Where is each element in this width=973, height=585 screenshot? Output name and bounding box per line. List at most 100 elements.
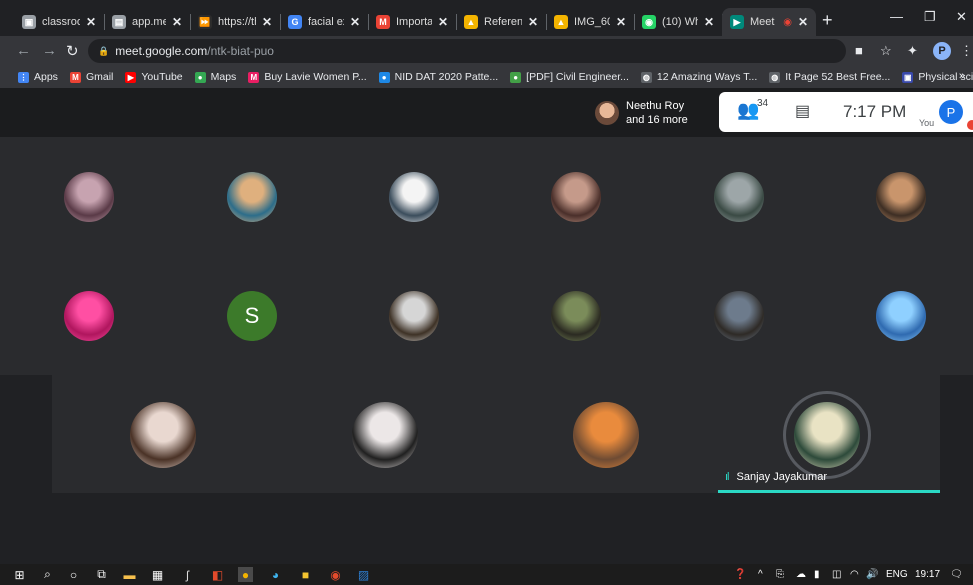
app-icon[interactable]: ʃ [180,567,195,582]
participant-12-avatar[interactable] [130,402,196,468]
tab-4[interactable]: Gfacial exp ✕ [280,8,368,36]
participant-3-avatar[interactable] [389,172,439,222]
back-icon[interactable]: ← [16,42,31,59]
wifi-icon[interactable]: ◠ [850,569,859,580]
task-view-icon[interactable]: ⧉ [94,567,109,582]
address-bar[interactable]: 🔒 meet.google.com/ntk-biat-puo [88,39,846,63]
bookmark-item[interactable]: M Gmail [69,71,114,83]
participant-sanjay-avatar[interactable] [794,402,860,468]
participant-9-avatar[interactable] [551,291,601,341]
new-tab-button[interactable]: + [822,10,833,31]
language-indicator[interactable]: ENG [886,569,908,580]
camera-in-use-icon[interactable]: ■ [855,43,863,58]
tab-close-icon[interactable]: ✕ [86,15,96,29]
tab-6[interactable]: ▲ Reference ✕ [456,8,546,36]
tray-app-icon[interactable]: ⎘ [776,569,784,580]
tab-close-icon[interactable]: ✕ [350,15,360,29]
windows-taskbar: ⊞ ⌕ ○ ⧉ ▬ ▦ ʃ ◧ ● ◕ ■ ◉ ▨ ❓ ^ ⎘ ☁ ▮ ◫ ◠ … [0,564,973,585]
tab-close-icon[interactable]: ✕ [528,15,538,29]
bookmark-star-icon[interactable]: ☆ [880,43,892,59]
bookmark-item[interactable]: ⋮ Apps [18,71,58,83]
windows-start-icon[interactable]: ⊞ [12,567,27,582]
chrome-taskbar-icon[interactable]: ● [238,567,253,582]
browser-toolbar: ← → ↻ 🔒 meet.google.com/ntk-biat-puo ■ ☆… [0,36,973,66]
sticky-notes-icon[interactable]: ■ [298,567,313,582]
myntra-icon: M [248,71,260,83]
tab-9[interactable]: ▶ Meet ◉ ✕ [722,8,816,36]
participant-letter-avatar[interactable]: S [227,291,277,341]
chat-icon[interactable]: ▤ [795,101,810,121]
media-player-icon[interactable]: ◉ [328,567,343,582]
avatar-initial: S [244,303,260,328]
minimize-button[interactable]: — [890,9,903,24]
meet-info-panel: 👥 34 ▤ 7:17 PM You P [719,92,973,132]
tab-close-icon[interactable]: ✕ [704,15,714,29]
participant-6-avatar[interactable] [876,172,926,222]
cortana-icon[interactable]: ○ [66,567,81,582]
close-window-button[interactable]: ✕ [956,9,967,25]
self-avatar[interactable]: P [939,100,963,124]
participant-8-avatar[interactable] [389,291,439,341]
tray-cloud-icon[interactable]: ☁ [796,569,806,580]
participant-10-avatar[interactable] [714,291,764,341]
bookmark-item[interactable]: ▶ YouTube [125,71,183,83]
tab-close-icon[interactable]: ✕ [438,15,448,29]
system-clock[interactable]: 19:17 [915,569,940,580]
tab-8[interactable]: ◉ (10) What ✕ [634,8,722,36]
tab-5[interactable]: M Importan ✕ [368,8,456,36]
menu-icon[interactable]: ⋮ [960,43,973,59]
forward-icon[interactable]: → [42,42,57,59]
tab-title: classroom [42,16,80,28]
bookmark-label: YouTube [141,71,183,83]
file-explorer-icon[interactable]: ▬ [122,567,137,582]
store-icon[interactable]: ▦ [150,567,165,582]
network-icon[interactable]: ◫ [832,569,841,580]
bookmark-item[interactable]: ● [PDF] Civil Engineer... [510,71,629,83]
tab-close-icon[interactable]: ✕ [172,15,182,29]
participant-2-avatar[interactable] [227,172,277,222]
reload-icon[interactable]: ↻ [66,42,79,60]
participant-5-avatar[interactable] [714,172,764,222]
drive-icon: ▲ [554,15,568,29]
bookmark-item[interactable]: ◍ 12 Amazing Ways T... [640,71,757,83]
help-icon[interactable]: ❓ [734,569,746,580]
bookmark-item[interactable]: ● Maps [194,71,236,83]
url-host: meet.google.com [115,44,208,58]
restore-button[interactable]: ❐ [924,9,936,25]
tab-close-icon[interactable]: ✕ [262,15,272,29]
office-icon[interactable]: ◧ [210,567,225,582]
tab-close-icon[interactable]: ✕ [798,15,808,29]
tab-title: Reference [484,16,522,28]
profile-avatar[interactable]: P [933,42,951,60]
search-icon[interactable]: ⌕ [40,567,55,582]
bookmark-item[interactable]: M Buy Lavie Women P... [248,71,367,83]
battery-icon[interactable]: ▮ [814,569,820,580]
active-speaker-label: ıl Sanjay Jayakumar [725,471,827,483]
edge-icon[interactable]: ◕ [268,567,283,582]
tab-3[interactable]: ⏩ https://th ✕ [190,8,280,36]
participant-1-avatar[interactable] [64,172,114,222]
participant-11-avatar[interactable] [876,291,926,341]
photos-icon[interactable]: ▨ [356,567,371,582]
tab-strip: ▣classroom✕▤app.mem✕⏩https://th✕Gfacial … [0,0,973,36]
extensions-icon[interactable]: ✦ [907,43,918,59]
action-center-icon[interactable]: 🗨 [950,569,963,580]
active-speaker-name: Sanjay Jayakumar [736,471,828,483]
presenter-chip[interactable]: Neethu Roy and 16 more [589,94,717,132]
show-hidden-icons[interactable]: ^ [758,569,763,580]
bookmark-item[interactable]: ● NID DAT 2020 Patte... [378,71,498,83]
participant-7-avatar[interactable] [64,291,114,341]
tab-close-icon[interactable]: ✕ [616,15,626,29]
volume-icon[interactable]: 🔊 [866,569,878,580]
maps-icon: ● [194,71,206,83]
participant-13-avatar[interactable] [352,402,418,468]
participant-14-avatar[interactable] [573,402,639,468]
tab-1[interactable]: ▣ classroom ✕ [14,8,104,36]
tab-2[interactable]: ▤ app.mem ✕ [104,8,190,36]
tab-7[interactable]: ▲ IMG_604 ✕ [546,8,634,36]
bookmarks-overflow-icon[interactable]: » [959,70,965,82]
bookmark-label: Buy Lavie Women P... [264,71,367,83]
bookmark-item[interactable]: ◍ It Page 52 Best Free... [769,71,890,83]
participant-4-avatar[interactable] [551,172,601,222]
bookmark-label: Gmail [85,71,114,83]
